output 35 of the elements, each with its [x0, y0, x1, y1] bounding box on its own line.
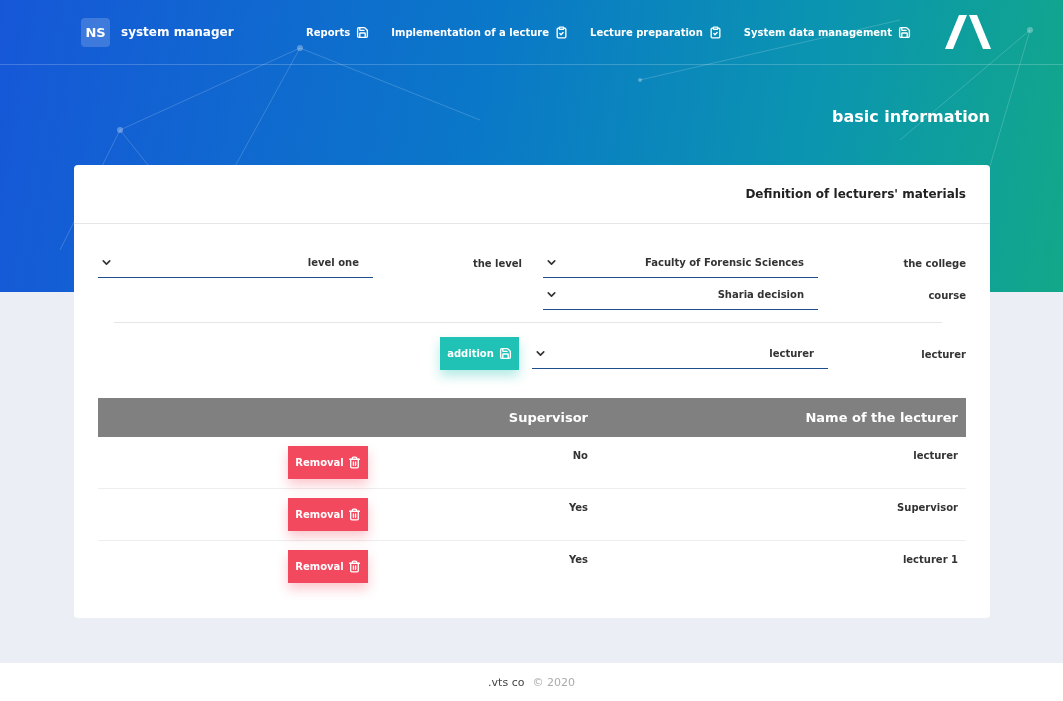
company-name: .vts co [488, 675, 525, 689]
logo-icon [943, 15, 991, 49]
table-cell-text: No [571, 449, 588, 461]
column-header: Supervisor [507, 410, 588, 425]
table-cell-text: Yes [567, 501, 588, 513]
table-cell-text: Yes [567, 553, 588, 565]
clipboard-check-icon [555, 25, 568, 39]
trash-icon [347, 508, 361, 521]
field-label: the college [902, 258, 966, 271]
page-title: basic information [831, 106, 991, 128]
card-title: Definition of lecturers' materials [74, 165, 990, 224]
brand-badge: NS [81, 17, 110, 47]
nav-link[interactable]: Lecture preparation [590, 25, 722, 39]
clipboard-check-icon [708, 25, 722, 39]
select-field[interactable]: lecturer [532, 339, 828, 369]
removal-button[interactable]: Removal [288, 498, 368, 531]
copyright-text: © 2020 [532, 675, 575, 689]
table-cell-text: Supervisor [896, 501, 958, 513]
select-field[interactable]: Faculty of Forensic Sciences [543, 248, 818, 278]
trash-icon [347, 560, 361, 573]
nav-link[interactable]: System data management [743, 25, 911, 39]
select-field[interactable]: level one [98, 248, 373, 278]
field-label: lecturer [920, 349, 966, 362]
removal-button[interactable]: Removal [288, 550, 368, 583]
nav-link[interactable]: Implementation of a lecture [391, 25, 568, 39]
nav-link[interactable]: Reports [306, 25, 370, 39]
table-cell-text: lecturer [912, 449, 958, 461]
field-label: the level [471, 258, 522, 271]
removal-button[interactable]: Removal [288, 446, 368, 479]
column-header: Name of the lecturer [804, 410, 958, 425]
trash-icon [347, 456, 361, 469]
select-field[interactable]: Sharia decision [543, 280, 818, 310]
table-cell-text: lecturer 1 [901, 553, 958, 565]
brand-title: system manager [121, 25, 234, 39]
field-label: course [927, 290, 966, 303]
